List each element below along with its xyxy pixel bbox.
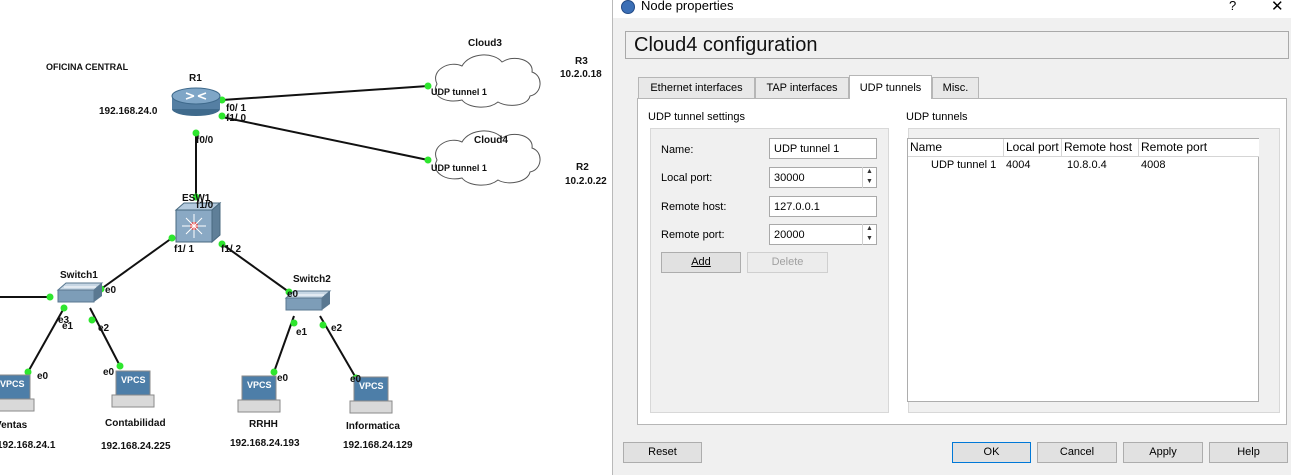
router-r1-ip: 192.168.24.0 — [99, 106, 158, 117]
app-icon — [621, 0, 635, 14]
switch2-name[interactable]: Switch2 — [293, 274, 331, 285]
port-label: e0 — [37, 371, 49, 382]
topology-canvas[interactable]: VPCS VPCS VPCS VPCS OFICINA CENTRAL R1 1… — [0, 0, 612, 475]
udp-tunnels-table[interactable]: Name Local port Remote host Remote port … — [907, 138, 1259, 402]
link-esw1-switch1 — [100, 237, 173, 290]
remote-port-label: Remote port: — [661, 229, 725, 241]
udp-tunnel-settings-group: Name: Local port: ▲▼ Remote host: Remote… — [650, 128, 889, 413]
remote-port-spinner[interactable]: ▲ ▼ — [862, 224, 876, 245]
udp-tunnels-title: UDP tunnels — [906, 111, 968, 123]
host-ventas-ip: 192.168.24.1 — [0, 440, 56, 451]
vpcs-badge: VPCS — [121, 375, 146, 385]
port-dot — [60, 304, 68, 312]
local-port-input[interactable] — [769, 167, 877, 188]
r3-name: R3 — [575, 56, 588, 67]
column-header-local-port[interactable]: Local port — [1004, 139, 1062, 157]
cell-remote-port: 4008 — [1141, 159, 1166, 171]
configuration-title: Cloud4 configuration — [634, 34, 818, 56]
r2-ip: 10.2.0.22 — [565, 176, 607, 187]
vpcs-badge: VPCS — [247, 380, 272, 390]
port-dot — [218, 112, 226, 120]
port-label: e0 — [287, 289, 299, 300]
column-header-remote-host[interactable]: Remote host — [1062, 139, 1139, 157]
port-label: f1/0 — [196, 200, 214, 211]
port-label: e2 — [331, 323, 343, 334]
dialog-titlebar[interactable]: Node properties ? ✕ — [613, 0, 1291, 18]
host-ventas-name[interactable]: Ventas — [0, 420, 27, 431]
local-port-spinner[interactable]: ▲ ▼ — [862, 167, 876, 188]
column-header-remote-port[interactable]: Remote port — [1139, 139, 1259, 157]
cancel-button[interactable]: Cancel — [1037, 442, 1117, 463]
port-label: e0 — [105, 285, 117, 296]
tab-ethernet-interfaces[interactable]: Ethernet interfaces — [638, 77, 755, 98]
host-contabilidad-name[interactable]: Contabilidad — [105, 418, 166, 429]
r2-name: R2 — [576, 162, 589, 173]
port-dot — [24, 368, 32, 376]
name-input[interactable] — [769, 138, 877, 159]
name-label: Name: — [661, 144, 694, 156]
port-dot — [46, 293, 54, 301]
link-r1-cloud4 — [221, 116, 429, 161]
node-properties-dialog: Node properties ? ✕ Cloud4 configuration… — [612, 0, 1291, 475]
local-port-label: Local port: — [661, 172, 713, 184]
configuration-header: Cloud4 configuration — [625, 31, 1289, 59]
port-dot — [88, 316, 96, 324]
window-title: Node properties — [641, 0, 734, 13]
port-dot — [319, 321, 327, 329]
r3-ip: 10.2.0.18 — [560, 69, 602, 80]
switch1-name[interactable]: Switch1 — [60, 270, 98, 281]
port-label: e1 — [62, 321, 74, 332]
port-label: f1/ 1 — [174, 244, 195, 255]
reset-button[interactable]: Reset — [623, 442, 702, 463]
host-rrhh-ip: 192.168.24.193 — [230, 438, 300, 449]
remote-host-label: Remote host: — [661, 201, 727, 213]
port-label: e2 — [98, 323, 110, 334]
cloud3-icon — [434, 54, 541, 108]
remote-host-input[interactable] — [769, 196, 877, 217]
port-label: e1 — [296, 327, 308, 338]
remote-port-input[interactable] — [769, 224, 877, 245]
port-label: f1/ 0 — [226, 113, 247, 124]
cloud4-name[interactable]: Cloud4 — [474, 135, 508, 146]
add-button[interactable]: Add — [661, 252, 741, 273]
help-button[interactable]: Help — [1209, 442, 1288, 463]
office-label: OFICINA CENTRAL — [46, 62, 129, 72]
ok-button[interactable]: OK — [952, 442, 1031, 463]
vpcs-badge: VPCS — [0, 379, 25, 389]
port-label: e0 — [277, 373, 289, 384]
host-contabilidad-ip: 192.168.24.225 — [101, 441, 171, 452]
switch1-icon — [56, 282, 104, 303]
tab-misc[interactable]: Misc. — [932, 77, 979, 98]
link-switch1-contabilidad — [89, 307, 121, 367]
router-icon — [171, 87, 221, 116]
tab-udp-tunnels[interactable]: UDP tunnels — [849, 75, 932, 99]
port-dot — [168, 234, 176, 242]
apply-button[interactable]: Apply — [1123, 442, 1203, 463]
help-icon[interactable]: ? — [1229, 0, 1236, 13]
column-header-name[interactable]: Name — [908, 139, 1004, 157]
vpcs-badge: VPCS — [359, 381, 384, 391]
cell-remote-host: 10.8.0.4 — [1067, 159, 1107, 171]
host-informatica-name[interactable]: Informatica — [346, 421, 400, 432]
port-label: e0 — [350, 374, 362, 385]
cloud4-tunnel-label: UDP tunnel 1 — [431, 163, 487, 173]
host-informatica-ip: 192.168.24.129 — [343, 440, 413, 451]
delete-button[interactable]: Delete — [747, 252, 828, 273]
host-rrhh-name[interactable]: RRHH — [249, 419, 278, 430]
port-dot — [116, 362, 124, 370]
port-dot — [290, 319, 298, 327]
port-label: f0/0 — [196, 135, 214, 146]
link-r1-cloud3 — [221, 85, 429, 101]
router-r1-name[interactable]: R1 — [189, 73, 202, 84]
cell-local-port: 4004 — [1006, 159, 1031, 171]
port-label: f1/ 2 — [221, 244, 242, 255]
port-label: e0 — [103, 367, 115, 378]
cloud3-name[interactable]: Cloud3 — [468, 38, 502, 49]
tab-tap-interfaces[interactable]: TAP interfaces — [755, 77, 849, 98]
udp-tunnel-settings-title: UDP tunnel settings — [648, 111, 746, 123]
close-icon[interactable]: ✕ — [1271, 0, 1284, 15]
cell-name: UDP tunnel 1 — [931, 159, 997, 171]
cloud3-tunnel-label: UDP tunnel 1 — [431, 87, 487, 97]
